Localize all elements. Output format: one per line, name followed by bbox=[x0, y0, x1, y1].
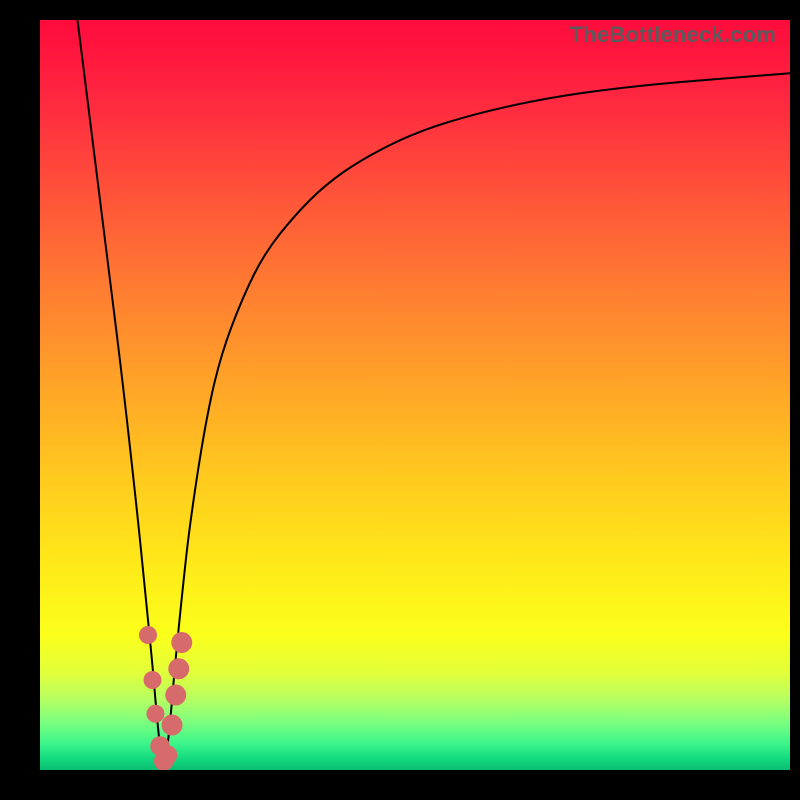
data-marker bbox=[162, 715, 183, 736]
data-marker bbox=[168, 658, 189, 679]
data-marker bbox=[144, 671, 162, 689]
data-marker bbox=[139, 626, 157, 644]
data-marker bbox=[165, 685, 186, 706]
data-marker bbox=[158, 745, 178, 764]
chart-frame: TheBottleneck.com bbox=[0, 0, 800, 800]
data-marker bbox=[147, 705, 165, 723]
data-marker bbox=[171, 632, 192, 653]
bottleneck-curve bbox=[40, 20, 790, 770]
plot-area: TheBottleneck.com bbox=[40, 20, 790, 770]
watermark-text: TheBottleneck.com bbox=[570, 22, 776, 48]
